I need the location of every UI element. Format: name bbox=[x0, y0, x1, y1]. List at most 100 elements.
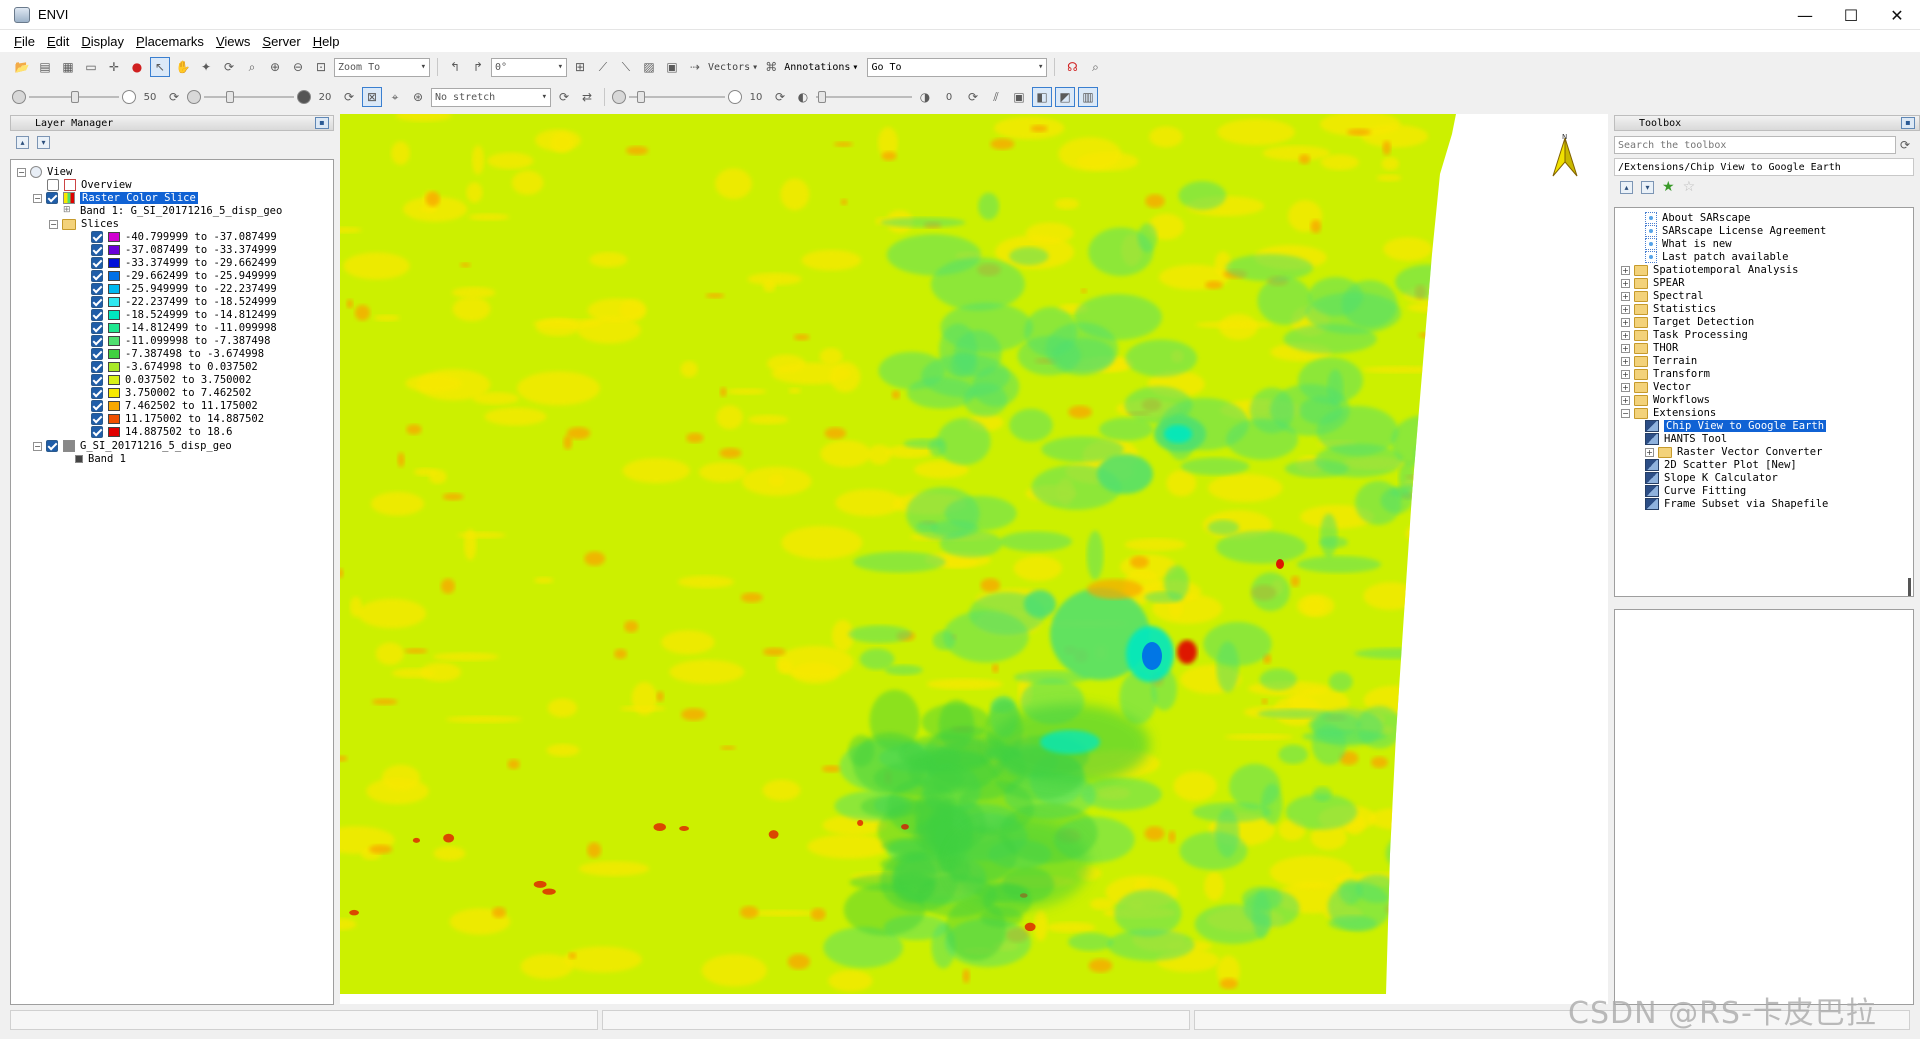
link-icon[interactable]: ⊛ bbox=[408, 87, 428, 107]
data-manager-icon[interactable]: ▤ bbox=[35, 57, 55, 77]
menu-file[interactable]: File bbox=[8, 34, 41, 49]
slice-color-swatch[interactable] bbox=[108, 271, 120, 281]
slice-color-swatch[interactable] bbox=[108, 362, 120, 372]
toolbox-item[interactable]: Frame Subset via Shapefile bbox=[1645, 496, 1828, 512]
collapse-toggle-icon[interactable]: − bbox=[1621, 408, 1630, 418]
slice-color-swatch[interactable] bbox=[108, 414, 120, 424]
zoom-to-combo[interactable]: Zoom To ▾ bbox=[334, 57, 430, 77]
expand-toggle-icon[interactable]: + bbox=[1621, 343, 1630, 353]
collapse-icon[interactable]: ▴ bbox=[1620, 180, 1633, 194]
slider-thumb[interactable] bbox=[71, 91, 79, 103]
view-split-icon[interactable]: ◧ bbox=[1032, 87, 1052, 107]
cursor-value-icon[interactable]: ⌖ bbox=[385, 87, 405, 107]
map-view[interactable]: N bbox=[340, 114, 1608, 1004]
view-blend-icon[interactable]: ▥ bbox=[1078, 87, 1098, 107]
slider-thumb[interactable] bbox=[818, 91, 826, 103]
close-icon[interactable]: ✕ bbox=[1874, 0, 1920, 30]
vertical-scrollbar[interactable] bbox=[1908, 578, 1911, 596]
favorite-icon[interactable]: ☆ bbox=[1683, 179, 1696, 195]
search-icon[interactable]: ⌕ bbox=[1085, 57, 1105, 77]
chip-icon[interactable]: ▣ bbox=[662, 57, 682, 77]
slice-color-swatch[interactable] bbox=[108, 232, 120, 242]
slice-color-swatch[interactable] bbox=[108, 388, 120, 398]
print-icon[interactable]: ▭ bbox=[81, 57, 101, 77]
stretch-combo[interactable]: No stretch ▾ bbox=[431, 87, 551, 107]
goto-combo[interactable]: Go To ▾ bbox=[867, 57, 1048, 77]
transparency-max-icon[interactable]: ◑ bbox=[915, 87, 935, 107]
slice-color-swatch[interactable] bbox=[108, 245, 120, 255]
menu-display[interactable]: Display bbox=[75, 34, 130, 49]
annotation-ruler-icon[interactable]: ⊞ bbox=[570, 57, 590, 77]
slice-color-swatch[interactable] bbox=[108, 401, 120, 411]
menu-server[interactable]: Server bbox=[256, 34, 306, 49]
slice-color-swatch[interactable] bbox=[108, 375, 120, 385]
open-icon[interactable]: 📂 bbox=[12, 57, 32, 77]
polyline-icon[interactable]: ⟍ bbox=[616, 57, 636, 77]
brightness-slider[interactable] bbox=[29, 88, 119, 106]
histogram-icon[interactable]: ⇄ bbox=[577, 87, 597, 107]
polygon-icon[interactable]: ⟋ bbox=[593, 57, 613, 77]
minimize-icon[interactable]: — bbox=[1782, 0, 1828, 30]
region-icon[interactable]: ▨ bbox=[639, 57, 659, 77]
expand-toggle-icon[interactable]: + bbox=[1621, 395, 1630, 405]
placemark-icon[interactable]: ● bbox=[127, 57, 147, 77]
expand-toggle-icon[interactable]: + bbox=[1621, 356, 1630, 366]
expand-toggle-icon[interactable]: + bbox=[1621, 382, 1630, 392]
expand-toggle-icon[interactable]: + bbox=[1621, 330, 1630, 340]
menu-views[interactable]: Views bbox=[210, 34, 256, 49]
collapse-toggle-icon[interactable]: − bbox=[33, 193, 42, 203]
toolbox-search-input[interactable] bbox=[1614, 136, 1896, 154]
save-icon[interactable]: ▦ bbox=[58, 57, 78, 77]
rotation-combo[interactable]: 0° ▾ bbox=[491, 57, 567, 77]
contrast-slider[interactable] bbox=[204, 88, 294, 106]
reset-icon[interactable]: ⟳ bbox=[164, 87, 184, 107]
zoom-out-icon[interactable]: ⊖ bbox=[288, 57, 308, 77]
slice-color-swatch[interactable] bbox=[108, 284, 120, 294]
transparency-icon[interactable]: ◐ bbox=[793, 87, 813, 107]
expand-toggle-icon[interactable]: + bbox=[1621, 291, 1630, 301]
fly-icon[interactable]: ✦ bbox=[196, 57, 216, 77]
slider-thumb[interactable] bbox=[226, 91, 234, 103]
pin-icon[interactable]: ▪ bbox=[315, 117, 329, 129]
rotate-left-icon[interactable]: ↰ bbox=[445, 57, 465, 77]
rotate-right-icon[interactable]: ↱ bbox=[468, 57, 488, 77]
collapse-toggle-icon[interactable]: − bbox=[49, 219, 58, 229]
expand-icon[interactable]: ▾ bbox=[37, 135, 50, 149]
annotations-dropdown[interactable]: Annotations ▾ bbox=[784, 62, 858, 73]
headphones-icon[interactable]: ☊ bbox=[1062, 57, 1082, 77]
slice-color-swatch[interactable] bbox=[108, 310, 120, 320]
crosshair-icon[interactable]: ✛ bbox=[104, 57, 124, 77]
expand-icon[interactable]: ▾ bbox=[1641, 180, 1654, 194]
expand-toggle-icon[interactable]: + bbox=[1645, 447, 1654, 457]
rotate-icon[interactable]: ⟳ bbox=[219, 57, 239, 77]
pin-icon[interactable]: ▪ bbox=[1901, 117, 1915, 129]
collapse-toggle-icon[interactable]: − bbox=[33, 441, 42, 451]
view-portal-icon[interactable]: ◩ bbox=[1055, 87, 1075, 107]
slice-color-swatch[interactable] bbox=[108, 336, 120, 346]
dataset-checkbox[interactable] bbox=[46, 440, 58, 452]
reset-icon[interactable]: ⟳ bbox=[963, 87, 983, 107]
refresh-icon[interactable]: ⟳ bbox=[1896, 135, 1914, 155]
raster-color-slice-checkbox[interactable] bbox=[46, 192, 58, 204]
maximize-icon[interactable]: ☐ bbox=[1828, 0, 1874, 30]
collapse-toggle-icon[interactable]: − bbox=[17, 167, 26, 177]
select-icon[interactable]: ↖ bbox=[150, 57, 170, 77]
chart-icon[interactable]: ⫽ bbox=[986, 87, 1006, 107]
expand-toggle-icon[interactable]: + bbox=[1621, 317, 1630, 327]
reset-icon[interactable]: ⟳ bbox=[770, 87, 790, 107]
tree-node-dataset[interactable]: − G_SI_20171216_5_disp_geo bbox=[33, 438, 232, 454]
tree-node-dataset-band[interactable]: Band 1 bbox=[75, 451, 126, 467]
stretch-icon[interactable]: ⊠ bbox=[362, 87, 382, 107]
annotation-icon[interactable]: ⌘ bbox=[761, 57, 781, 77]
zoom-fit-icon[interactable]: ⊡ bbox=[311, 57, 331, 77]
collapse-icon[interactable]: ▴ bbox=[16, 135, 29, 149]
slice-color-swatch[interactable] bbox=[108, 323, 120, 333]
expand-toggle-icon[interactable]: + bbox=[1621, 265, 1630, 275]
slice-color-swatch[interactable] bbox=[108, 258, 120, 268]
slice-color-swatch[interactable] bbox=[108, 349, 120, 359]
slice-color-swatch[interactable] bbox=[108, 427, 120, 437]
vectors-dropdown[interactable]: Vectors ▾ bbox=[708, 62, 758, 73]
zoom-icon[interactable]: ⌕ bbox=[242, 57, 262, 77]
reset-icon[interactable]: ⟳ bbox=[554, 87, 574, 107]
zoom-in-icon[interactable]: ⊕ bbox=[265, 57, 285, 77]
